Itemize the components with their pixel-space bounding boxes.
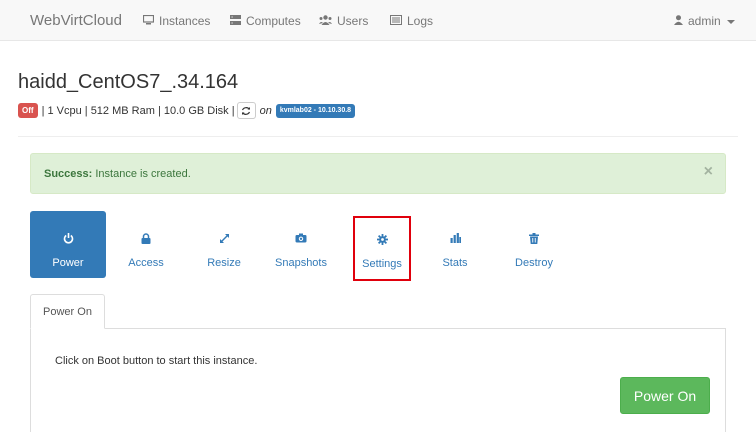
boot-instruction-text: Click on Boot button to start this insta… [55,355,258,367]
power-on-panel: Click on Boot button to start this insta… [30,328,726,432]
power-on-button[interactable]: Power On [620,377,710,414]
users-icon [319,14,337,28]
tab-snapshots-label: Snapshots [275,257,327,269]
tab-settings[interactable]: Settings [353,216,411,281]
alert-strong: Success: [44,168,93,180]
instance-meta: Off | 1 Vcpu | 512 MB Ram | 10.0 GB Disk… [18,102,356,119]
refresh-icon [242,106,251,115]
host-badge[interactable]: kvmlab02 - 10.10.30.8 [275,103,356,118]
tab-power-on[interactable]: Power On [30,294,105,329]
nav-instances-label: Instances [159,14,211,28]
camera-icon [295,232,307,244]
power-icon [63,232,74,244]
on-text: on [259,104,272,117]
success-alert: Success: Instance is created. × [30,153,726,194]
brand-logo[interactable]: WebVirtCloud [30,12,122,29]
tab-power[interactable]: Power [30,211,106,278]
alert-text: Success: Instance is created. [44,168,191,180]
nav-computes[interactable]: Computes [230,14,301,28]
user-menu-label: admin [688,14,721,28]
instance-specs: | 1 Vcpu | 512 MB Ram | 10.0 GB Disk | [41,104,235,117]
tab-snapshots[interactable]: Snapshots [266,211,336,278]
refresh-button[interactable] [236,102,256,119]
nav-computes-label: Computes [246,14,301,28]
status-badge: Off [18,103,38,118]
divider [18,136,738,137]
nav-logs-label: Logs [407,14,434,28]
lock-icon [141,232,151,244]
nav-users-label: Users [337,14,369,28]
trash-icon [529,232,539,244]
tab-resize-label: Resize [207,257,241,269]
tab-destroy-label: Destroy [515,257,553,269]
tab-access[interactable]: Access [116,211,176,278]
caret-down-icon [726,19,735,24]
user-menu-dropdown[interactable]: admin [674,14,735,28]
tab-resize[interactable]: Resize [194,211,254,278]
nav-instances[interactable]: Instances [142,14,211,28]
gear-icon [376,233,388,245]
nav-users[interactable]: Users [319,14,368,28]
bar-chart-icon [450,232,461,244]
user-icon [674,14,688,28]
alert-message: Instance is created. [92,168,191,180]
tab-stats-label: Stats [442,257,468,269]
tab-stats[interactable]: Stats [426,211,484,278]
instance-title: haidd_CentOS7_.34.164 [18,71,239,93]
tab-destroy[interactable]: Destroy [504,211,564,278]
list-icon [390,14,407,28]
resize-icon [219,232,230,244]
monitor-icon [142,14,159,28]
tab-settings-label: Settings [362,258,402,270]
top-navbar: WebVirtCloud Instances Computes Users Lo… [0,0,756,41]
tab-power-label: Power [52,257,84,269]
tab-access-label: Access [128,257,164,269]
server-icon [230,14,246,28]
close-icon[interactable]: × [704,164,713,180]
nav-logs[interactable]: Logs [390,14,433,28]
